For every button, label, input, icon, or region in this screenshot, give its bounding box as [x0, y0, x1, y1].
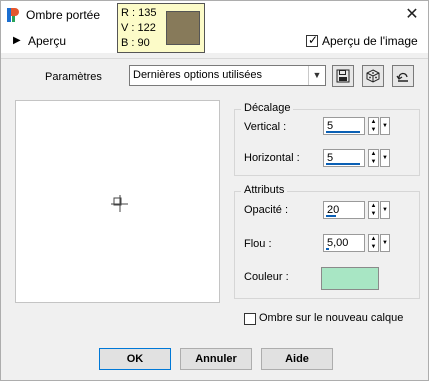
horizontal-dropdown[interactable]: ▼ [380, 149, 390, 167]
blur-dropdown[interactable]: ▼ [380, 234, 390, 252]
horizontal-stepper[interactable]: ▲ ▼ [368, 149, 379, 167]
ok-button[interactable]: OK [99, 348, 171, 370]
blue-value: B : 90 [121, 37, 150, 49]
paintshop-icon [5, 7, 21, 23]
preview-section-label[interactable]: Aperçu [28, 34, 66, 48]
green-value: V : 122 [121, 22, 156, 34]
vertical-dropdown[interactable]: ▼ [380, 117, 390, 135]
preview-checkbox[interactable]: ✓ [306, 33, 319, 47]
expand-arrow-icon[interactable]: ▶ [13, 35, 21, 46]
horizontal-input[interactable]: 5 [323, 149, 365, 167]
shadow-new-layer-checkbox[interactable] [244, 313, 256, 325]
params-label: Paramètres [45, 71, 102, 83]
reset-icon [396, 72, 408, 82]
vertical-slider-bar[interactable] [326, 131, 360, 133]
preview-checkbox-label: Aperçu de l'image [322, 34, 418, 48]
opacity-input[interactable]: 20 [323, 201, 365, 219]
blur-slider-bar[interactable] [326, 248, 329, 250]
blur-input[interactable]: 5,00 [323, 234, 365, 252]
blur-label: Flou : [244, 238, 272, 250]
vertical-stepper[interactable]: ▲ ▼ [368, 117, 379, 135]
down-arrow-icon[interactable]: ▼ [369, 158, 378, 166]
red-value: R : 135 [121, 7, 157, 19]
check-icon: ✓ [308, 33, 319, 47]
cancel-button[interactable]: Annuler [180, 348, 252, 370]
chevron-down-icon[interactable]: ▼ [308, 66, 325, 85]
color-swatch [166, 11, 200, 45]
params-dropdown[interactable]: Dernières options utilisées ▼ [129, 65, 326, 86]
opacity-stepper[interactable]: ▲ ▼ [368, 201, 379, 219]
reset-button[interactable] [392, 65, 414, 87]
color-tooltip: R : 135 V : 122 B : 90 [117, 3, 205, 53]
color-label: Couleur : [244, 271, 289, 283]
down-arrow-icon[interactable]: ▼ [369, 126, 378, 134]
close-icon[interactable]: ✕ [402, 5, 422, 25]
window-title: Ombre portée [26, 8, 101, 22]
shadow-color-picker[interactable] [321, 267, 379, 290]
attributes-group-title: Attributs [241, 184, 288, 196]
crosshair-icon[interactable] [111, 195, 129, 213]
opacity-dropdown[interactable]: ▼ [380, 201, 390, 219]
blur-value: 5,00 [327, 237, 349, 249]
dice-icon [366, 69, 380, 83]
up-arrow-icon[interactable]: ▲ [369, 150, 378, 158]
shadow-new-layer-label: Ombre sur le nouveau calque [259, 312, 404, 324]
opacity-label: Opacité : [244, 204, 289, 216]
vertical-input[interactable]: 5 [323, 117, 365, 135]
separator [1, 58, 428, 59]
up-arrow-icon[interactable]: ▲ [369, 235, 378, 243]
opacity-slider-bar[interactable] [326, 215, 336, 217]
up-arrow-icon[interactable]: ▲ [369, 118, 378, 126]
params-selected-value: Dernières options utilisées [133, 69, 263, 81]
horizontal-slider-bar[interactable] [326, 163, 360, 165]
randomize-button[interactable] [362, 65, 384, 87]
vertical-label: Vertical : [244, 121, 287, 133]
horizontal-label: Horizontal : [244, 152, 300, 164]
save-icon [336, 69, 350, 83]
down-arrow-icon[interactable]: ▼ [369, 210, 378, 218]
up-arrow-icon[interactable]: ▲ [369, 202, 378, 210]
dialog-window: Ombre portée ✕ ▶ Aperçu R : 135 V : 122 … [0, 0, 429, 381]
preview-area[interactable] [15, 100, 220, 303]
down-arrow-icon[interactable]: ▼ [369, 243, 378, 251]
offset-group-title: Décalage [241, 102, 294, 114]
save-preset-button[interactable] [332, 65, 354, 87]
blur-stepper[interactable]: ▲ ▼ [368, 234, 379, 252]
title-bar: Ombre portée ✕ [1, 1, 428, 29]
help-button[interactable]: Aide [261, 348, 333, 370]
